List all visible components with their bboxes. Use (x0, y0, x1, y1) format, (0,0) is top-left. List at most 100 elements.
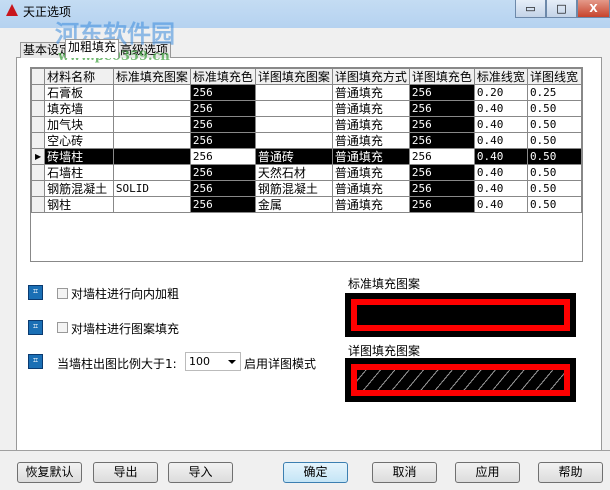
table-cell[interactable]: 256 (189, 164, 256, 181)
row-header[interactable] (30, 84, 46, 101)
table-cell[interactable]: 256 (189, 196, 256, 213)
table-cell[interactable]: 256 (408, 196, 475, 213)
table-cell[interactable]: 0.50 (526, 100, 583, 117)
table-cell[interactable] (254, 100, 333, 117)
table-row[interactable]: 钢柱 256 金属 普通填充 256 0.40 0.50 (30, 196, 583, 213)
table-cell[interactable]: 空心砖 (44, 132, 114, 149)
table-row[interactable]: 空心砖 256 普通填充 256 0.40 0.50 (30, 132, 583, 149)
maximize-button[interactable]: □ (546, 0, 577, 18)
table-cell[interactable]: 0.40 (473, 148, 528, 165)
table-cell[interactable] (254, 84, 333, 101)
table-cell[interactable] (112, 164, 191, 181)
table-cell[interactable]: 石墙柱 (44, 164, 114, 181)
table-row[interactable]: 填充墙 256 普通填充 256 0.40 0.50 (30, 100, 583, 117)
table-row[interactable]: 石墙柱 256 天然石材 普通填充 256 0.40 0.50 (30, 164, 583, 181)
table-cell[interactable]: 0.40 (473, 100, 528, 117)
tab-bold-fill[interactable]: 加粗填充 (65, 39, 120, 58)
row-header[interactable] (30, 164, 46, 181)
column-header[interactable]: 详图线宽 (526, 68, 583, 85)
row-header[interactable] (30, 196, 46, 213)
column-header[interactable]: 材料名称 (44, 68, 114, 85)
table-cell[interactable]: 天然石材 (254, 164, 333, 181)
table-cell[interactable]: 256 (189, 132, 256, 149)
table-cell[interactable]: 256 (408, 116, 475, 133)
table-cell[interactable]: 0.50 (526, 116, 583, 133)
table-cell[interactable]: 填充墙 (44, 100, 114, 117)
table-cell[interactable] (112, 196, 191, 213)
table-cell[interactable]: 0.50 (526, 148, 583, 165)
table-cell[interactable]: 256 (408, 164, 475, 181)
table-cell[interactable]: 0.50 (526, 180, 583, 197)
table-cell[interactable]: SOLID (112, 180, 191, 197)
table-cell[interactable]: 普通填充 (331, 132, 410, 149)
row-header[interactable] (30, 132, 46, 149)
table-cell[interactable]: 普通填充 (331, 116, 410, 133)
table-cell[interactable]: 0.40 (473, 180, 528, 197)
table-row[interactable]: 钢筋混凝土 SOLID 256 钢筋混凝土 普通填充 256 0.40 0.50 (30, 180, 583, 197)
table-cell[interactable]: 0.50 (526, 164, 583, 181)
table-cell[interactable]: 256 (189, 84, 256, 101)
close-button[interactable]: X (577, 0, 610, 18)
table-cell[interactable]: 0.50 (526, 132, 583, 149)
column-header[interactable]: 详图填充图案 (254, 68, 333, 85)
inward-bold-checkbox[interactable] (57, 288, 68, 299)
table-cell[interactable]: 普通砖 (254, 148, 333, 165)
table-cell[interactable]: 256 (189, 148, 256, 165)
table-cell[interactable]: 256 (408, 100, 475, 117)
table-cell[interactable]: 256 (189, 180, 256, 197)
table-row[interactable]: 石膏板 256 普通填充 256 0.20 0.25 (30, 84, 583, 101)
table-cell[interactable]: 256 (189, 100, 256, 117)
table-cell[interactable] (112, 84, 191, 101)
table-cell[interactable] (112, 132, 191, 149)
row-selector-arrow-icon[interactable]: ▶ (30, 148, 46, 165)
table-cell[interactable]: 0.40 (473, 116, 528, 133)
column-header[interactable]: 标准线宽 (473, 68, 528, 85)
table-cell[interactable]: 加气块 (44, 116, 114, 133)
table-cell[interactable]: 0.20 (473, 84, 528, 101)
table-cell[interactable]: 0.50 (526, 196, 583, 213)
table-cell[interactable]: 0.40 (473, 164, 528, 181)
table-cell[interactable]: 0.40 (473, 132, 528, 149)
table-cell[interactable]: 普通填充 (331, 100, 410, 117)
table-cell[interactable]: 钢筋混凝土 (254, 180, 333, 197)
table-cell[interactable]: 普通填充 (331, 148, 410, 165)
table-cell[interactable] (254, 116, 333, 133)
export-button[interactable]: 导出 (93, 462, 158, 483)
column-header[interactable]: 标准填充色 (189, 68, 256, 85)
table-cell[interactable]: 钢筋混凝土 (44, 180, 114, 197)
table-cell[interactable] (112, 100, 191, 117)
column-header[interactable]: 详图填充色 (408, 68, 475, 85)
table-cell[interactable]: 钢柱 (44, 196, 114, 213)
table-row[interactable]: 加气块 256 普通填充 256 0.40 0.50 (30, 116, 583, 133)
import-button[interactable]: 导入 (168, 462, 233, 483)
table-row[interactable]: ▶ 砖墙柱 256 普通砖 普通填充 256 0.40 0.50 (30, 148, 583, 165)
table-cell[interactable]: 金属 (254, 196, 333, 213)
restore-defaults-button[interactable]: 恢复默认 (17, 462, 82, 483)
table-cell[interactable]: 256 (189, 116, 256, 133)
scale-dropdown[interactable]: 100 (185, 352, 241, 371)
pattern-fill-checkbox[interactable] (57, 322, 68, 333)
help-button[interactable]: 帮助 (538, 462, 603, 483)
table-cell[interactable]: 普通填充 (331, 196, 410, 213)
table-cell[interactable] (112, 148, 191, 165)
table-cell[interactable]: 256 (408, 180, 475, 197)
table-cell[interactable]: 256 (408, 132, 475, 149)
table-cell[interactable]: 石膏板 (44, 84, 114, 101)
column-header[interactable]: 详图填充方式 (331, 68, 410, 85)
material-grid[interactable]: 材料名称 标准填充图案 标准填充色 详图填充图案 详图填充方式 详图填充色 标准线宽 详图线宽… (30, 67, 583, 262)
row-header[interactable] (30, 180, 46, 197)
table-cell[interactable] (254, 132, 333, 149)
cancel-button[interactable]: 取消 (372, 462, 437, 483)
table-cell[interactable]: 256 (408, 148, 475, 165)
table-cell[interactable] (112, 116, 191, 133)
table-cell[interactable]: 普通填充 (331, 164, 410, 181)
table-cell[interactable]: 普通填充 (331, 180, 410, 197)
table-cell[interactable]: 普通填充 (331, 84, 410, 101)
table-cell[interactable]: 0.40 (473, 196, 528, 213)
minimize-button[interactable]: ▭ (515, 0, 546, 18)
column-header[interactable]: 标准填充图案 (112, 68, 191, 85)
ok-button[interactable]: 确定 (283, 462, 348, 483)
row-header[interactable] (30, 100, 46, 117)
table-cell[interactable]: 0.25 (526, 84, 583, 101)
table-cell[interactable]: 256 (408, 84, 475, 101)
